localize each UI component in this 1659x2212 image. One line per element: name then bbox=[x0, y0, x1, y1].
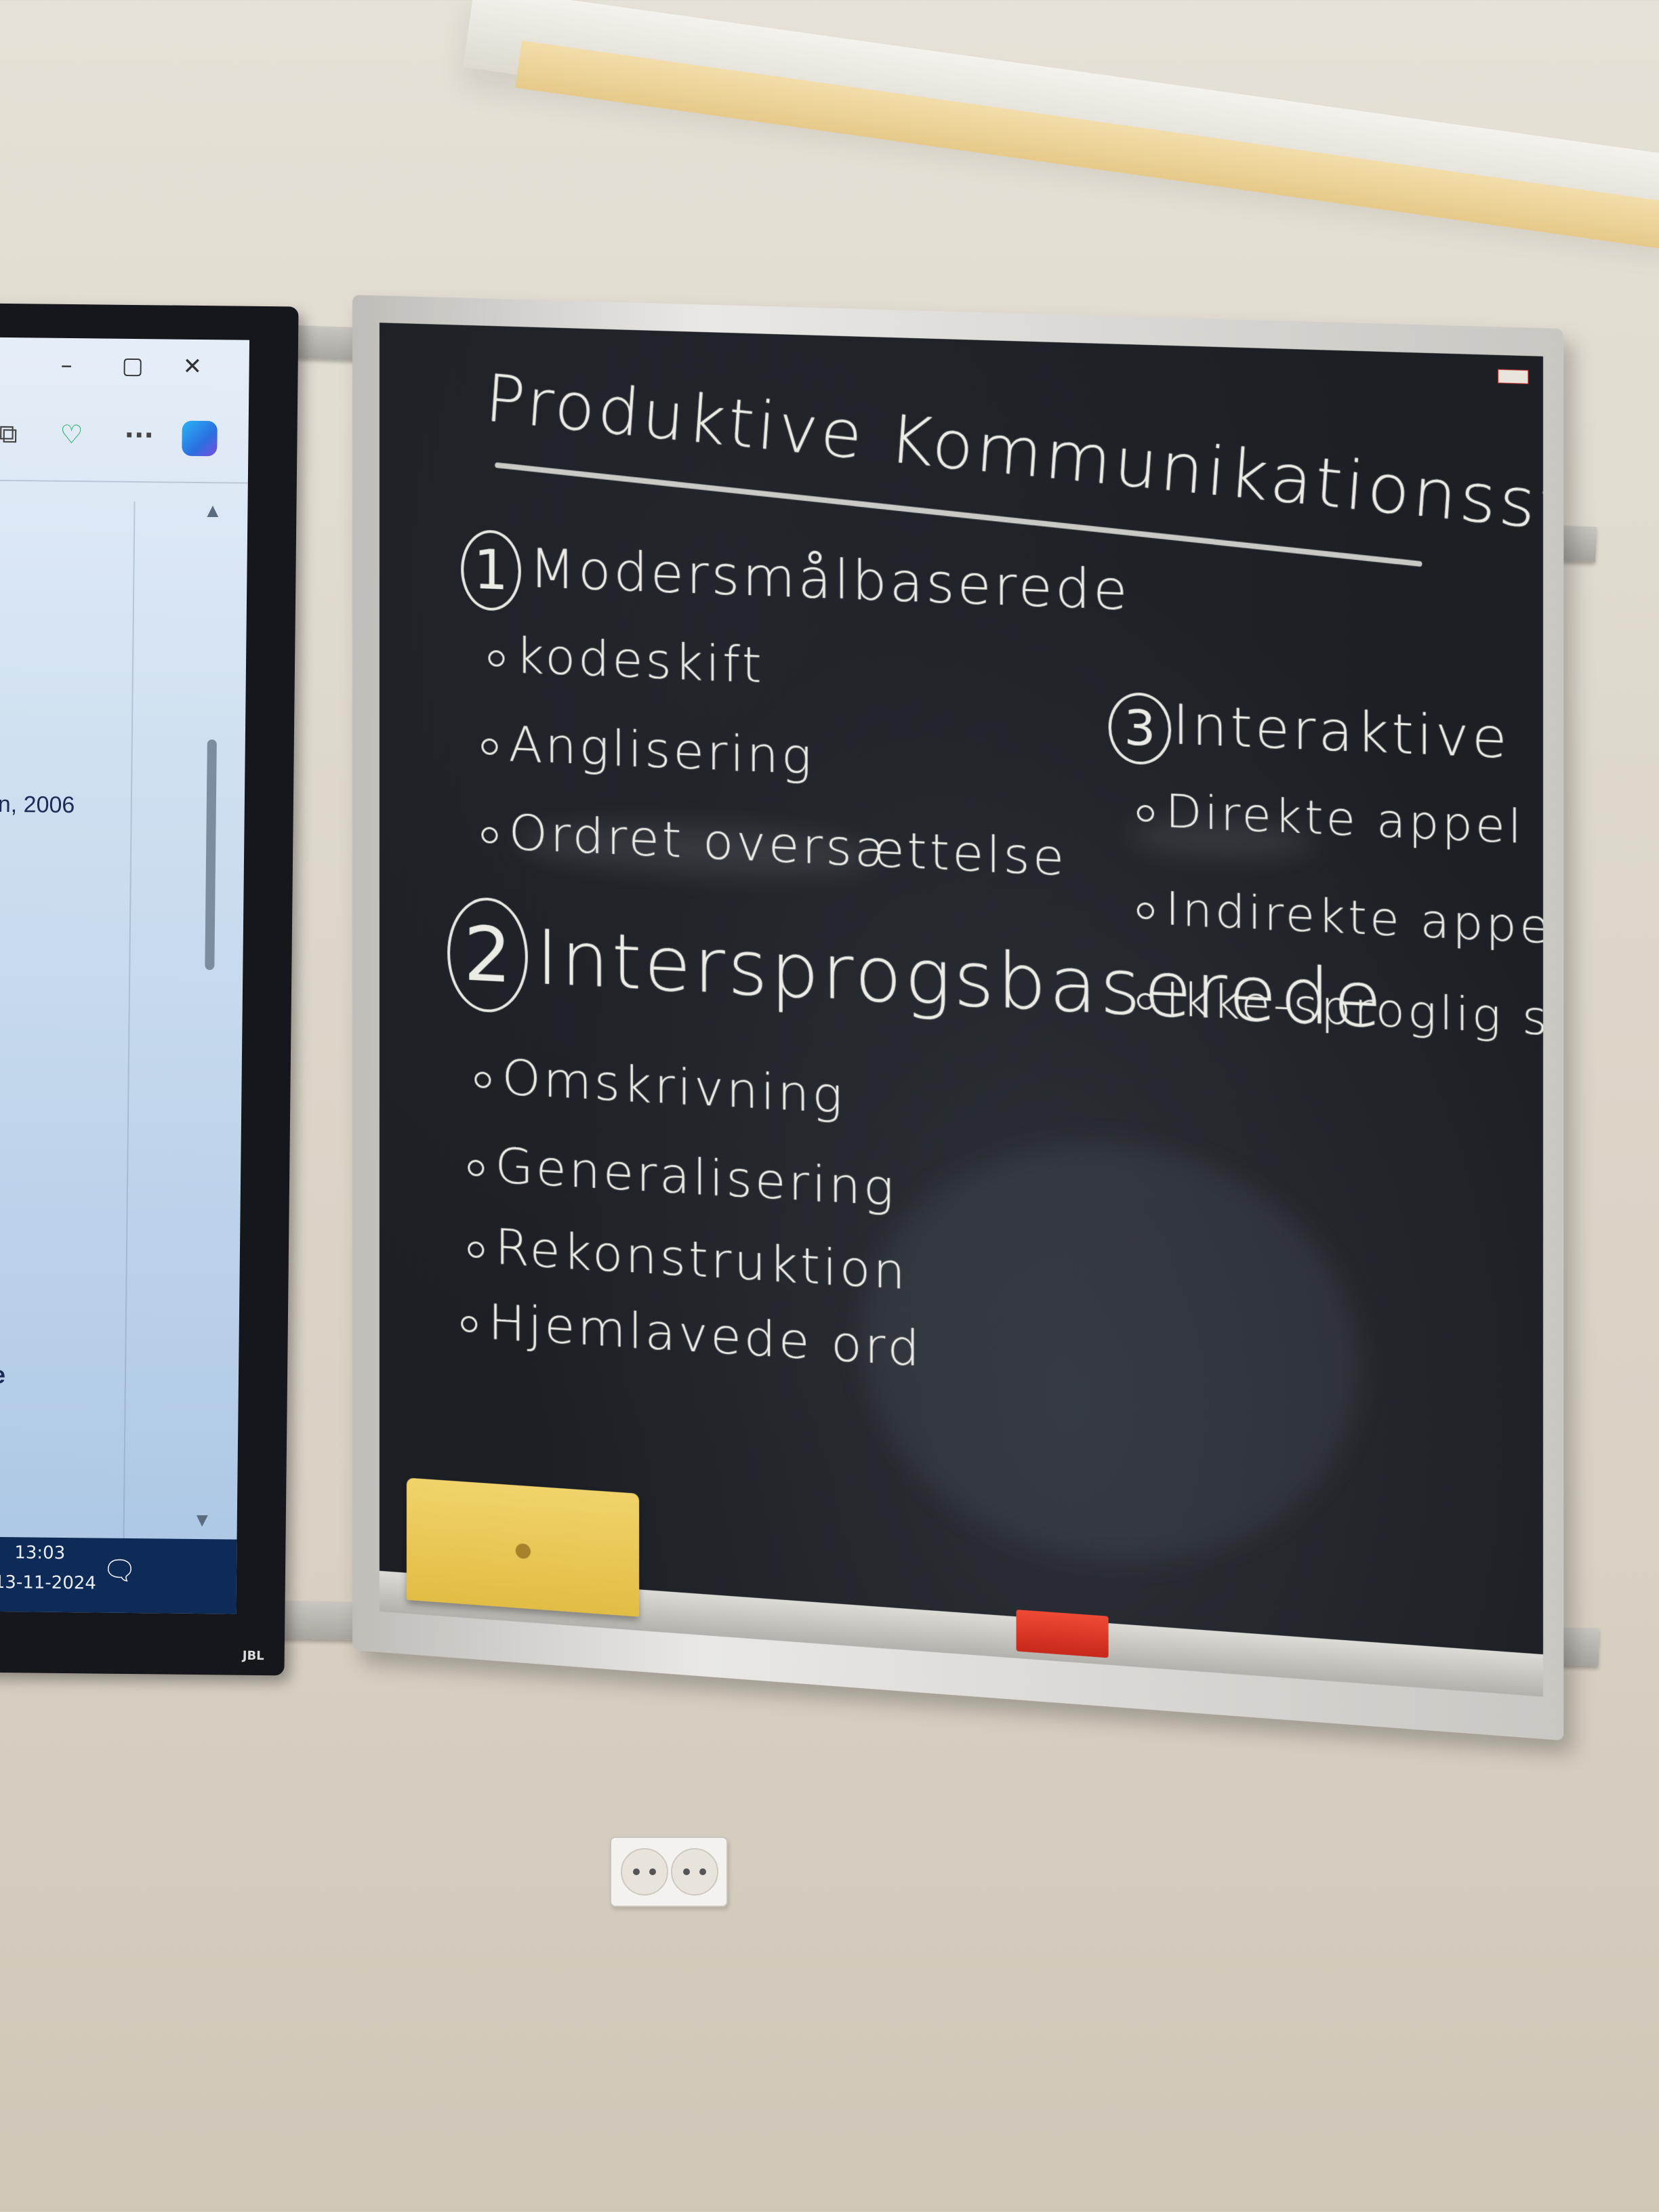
toolbar-divider bbox=[0, 480, 248, 484]
board-sticker bbox=[1498, 369, 1528, 384]
more-icon[interactable]: ··· bbox=[124, 420, 154, 450]
chalk-box[interactable] bbox=[1017, 1610, 1109, 1658]
list-item: Ikke-sproglig strategier bbox=[1137, 971, 1543, 1059]
list-item: Indirekte appel bbox=[1137, 880, 1543, 955]
chalkboard: Produktive Kommunikationsstrategier 1 Mo… bbox=[380, 323, 1543, 1696]
list-item: Hjemlavede ord bbox=[461, 1291, 922, 1378]
section-heading-3: Interaktive bbox=[1172, 694, 1509, 771]
window-controls: – ▢ ✕ bbox=[54, 352, 230, 394]
close-icon[interactable]: ✕ bbox=[182, 353, 202, 380]
taskbar-clock-date[interactable]: 13-11-2024 bbox=[0, 1572, 96, 1594]
document-bold-text: the bbox=[0, 1361, 5, 1390]
copilot-icon[interactable] bbox=[182, 421, 218, 457]
list-item: Anglisering bbox=[481, 714, 814, 785]
taskbar: N 13:03 13-11-2024 🗨 bbox=[0, 1536, 237, 1614]
document-citation-text: llan, 2006 bbox=[0, 792, 75, 819]
taskbar-clock-time[interactable]: 13:03 bbox=[14, 1542, 65, 1563]
wall-power-socket bbox=[610, 1837, 728, 1907]
monitor-screen: – ▢ ✕ ⧉ ♡ ··· llan, 2006 the ▲ ▼ N 13:03… bbox=[0, 337, 249, 1614]
minimize-icon[interactable]: – bbox=[60, 352, 72, 379]
notification-icon[interactable]: 🗨 bbox=[102, 1555, 137, 1587]
power-outlet bbox=[621, 1848, 668, 1896]
document-margin bbox=[123, 501, 135, 1559]
section-heading-1: Modersmålbaserede bbox=[529, 538, 1130, 622]
scroll-up-icon[interactable]: ▲ bbox=[207, 502, 218, 519]
display-monitor: – ▢ ✕ ⧉ ♡ ··· llan, 2006 the ▲ ▼ N 13:03… bbox=[0, 304, 299, 1676]
list-item: Omskrivning bbox=[474, 1047, 845, 1125]
scrollbar-thumb[interactable] bbox=[205, 739, 217, 970]
collections-icon[interactable]: ⧉ bbox=[0, 419, 18, 449]
section-number-2: 2 bbox=[447, 896, 528, 1015]
list-item: kodeskift bbox=[488, 626, 764, 694]
list-item: Rekonstruktion bbox=[468, 1216, 908, 1300]
health-icon[interactable]: ♡ bbox=[60, 419, 83, 449]
chalk-smudge bbox=[861, 1130, 1359, 1578]
section-number-3: 3 bbox=[1109, 691, 1172, 766]
board-eraser-sponge[interactable] bbox=[407, 1477, 639, 1616]
section-number-1: 1 bbox=[461, 529, 521, 612]
sponge-hole bbox=[516, 1543, 531, 1559]
scroll-down-icon[interactable]: ▼ bbox=[197, 1512, 208, 1529]
chalkboard-frame: Produktive Kommunikationsstrategier 1 Mo… bbox=[352, 295, 1563, 1740]
monitor-brand-logo: JBL bbox=[243, 1649, 264, 1663]
list-item: Generalisering bbox=[468, 1135, 897, 1217]
browser-toolbar: ⧉ ♡ ··· bbox=[0, 419, 230, 469]
maximize-icon[interactable]: ▢ bbox=[121, 352, 144, 380]
power-outlet bbox=[671, 1848, 718, 1896]
scrollbar[interactable]: ▲ ▼ bbox=[198, 516, 221, 1532]
